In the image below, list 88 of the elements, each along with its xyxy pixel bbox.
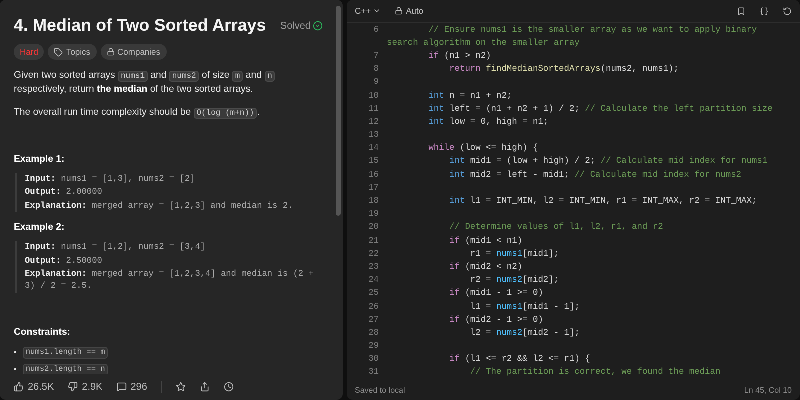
line-number: 16 [368, 170, 380, 180]
cursor-position: Ln 45, Col 10 [744, 386, 792, 394]
code-line: l2 = nums2[mid2 - 1]; [469, 328, 580, 338]
code-line: int low = 0, high = n1; [428, 116, 549, 127]
line-number: 15 [368, 156, 380, 166]
line-number: 26 [368, 302, 380, 312]
clock-icon[interactable] [224, 382, 234, 392]
solved-status: Solved [280, 20, 323, 32]
problem-title: 4. Median of Two Sorted Arrays [14, 16, 266, 36]
line-number: 21 [368, 236, 380, 246]
line-number: 7 [372, 50, 380, 61]
line-number: 24 [368, 275, 380, 286]
code-line: if (mid1 - 1 >= 0) [448, 288, 544, 298]
difficulty-tag: Hard [14, 44, 44, 60]
line-number: 9 [372, 77, 380, 88]
code-line: if (mid2 - 1 >= 0) [448, 314, 544, 325]
code-line: if (l1 <= r2 && l2 <= r1) { [448, 354, 590, 364]
example-title: Example 2: [14, 222, 66, 234]
code-line: int mid2 = left - mid1; // Calculate mid index for nums2 [448, 170, 742, 180]
code-line: while (low <= high) { [428, 143, 538, 154]
thumbs-down-icon [68, 382, 78, 392]
language-select[interactable]: C++ [355, 6, 382, 16]
dislike-button[interactable]: 2.9K [68, 382, 103, 392]
topics-button[interactable]: Topics [48, 44, 97, 60]
star-icon[interactable] [176, 382, 186, 392]
code-line: int mid1 = (low + high) / 2; // Calculate mid index for nums1 [448, 156, 768, 166]
example-line: Explanation: merged array = [1,2,3] and median is 2. [25, 200, 294, 212]
line-number: 25 [368, 288, 380, 298]
example-line: Output: 2.00000 [25, 186, 104, 199]
example-line: Input: nums1 = [1,2], nums2 = [3,4] [25, 241, 207, 254]
example-title: Example 1: [14, 154, 66, 165]
code-line: l1 = nums1[mid1 - 1]; [469, 302, 580, 312]
code-line: // Determine values of l1, l2, r1, and r2 [448, 222, 664, 232]
line-number: 28 [368, 328, 380, 338]
code-line: int left = (n1 + n2 + 1) / 2; // Calculate the left partition size [428, 104, 773, 114]
bullet-marker: • [14, 348, 17, 358]
line-number: 19 [368, 209, 380, 220]
braces-icon[interactable] [760, 6, 769, 16]
constraints-title: Constraints: [14, 326, 72, 338]
scrollbar[interactable] [336, 6, 341, 216]
line-number: 11 [368, 104, 380, 114]
line-number: 23 [368, 262, 380, 272]
line-number: 20 [368, 222, 380, 232]
bullet-marker: • [14, 365, 17, 374]
code-line: search algorithm on the smaller array [387, 38, 580, 48]
code-line: // The partition is correct, we found the median [469, 367, 721, 378]
code-line: int n = n1 + n2; [428, 90, 512, 101]
line-number: 29 [368, 341, 380, 352]
line-number: 13 [368, 130, 380, 140]
code-line: return findMedianSortedArrays(nums2, nums1); [448, 64, 679, 74]
comment-icon [116, 382, 127, 392]
save-status: Saved to local [355, 386, 406, 394]
chevron-down-icon [373, 7, 382, 15]
example-line: Input: nums1 = [1,3], nums2 = [2] [25, 172, 196, 186]
mode-label: Auto [406, 6, 424, 16]
reset-icon[interactable] [783, 6, 792, 16]
code-line: r2 = nums2[mid2]; [469, 275, 560, 286]
line-number: 12 [368, 116, 380, 127]
line-number: 10 [368, 90, 380, 101]
like-button[interactable]: 26.5K [14, 382, 54, 392]
line-number: 31 [368, 367, 380, 378]
lock-icon [106, 48, 115, 56]
tag-icon [54, 48, 64, 56]
code-line: if (mid1 < n1) [448, 236, 523, 246]
lock-icon [395, 7, 404, 15]
comments-button[interactable]: 296 [116, 382, 148, 392]
line-number: 8 [372, 64, 380, 74]
share-icon[interactable] [200, 382, 210, 392]
example-line: Explanation: merged array = [1,2,3,4] and median is (2 + 3) / 2 = 2.5. [25, 268, 315, 293]
line-number: 17 [368, 182, 380, 193]
code-line: // Ensure nums1 is the smaller array as we want to apply binary [428, 24, 758, 35]
description-paragraph: The overall run time complexity should be O(log (m+n)) . [14, 106, 261, 120]
check-icon [313, 21, 323, 31]
line-number: 22 [368, 248, 380, 259]
line-number: 14 [368, 143, 380, 154]
bookmark-icon[interactable] [737, 6, 746, 16]
line-number: 18 [368, 196, 380, 206]
thumbs-up-icon [14, 382, 24, 392]
code-line: if (mid2 < n2) [448, 262, 523, 272]
example-line: Output: 2.50000 [25, 254, 104, 267]
code-line: int l1 = INT_MIN, l2 = INT_MIN, r1 = INT_MAX, r2 = INT_MAX; [448, 196, 758, 206]
line-number: 30 [368, 354, 380, 364]
line-number: 27 [368, 314, 380, 325]
line-number: 6 [372, 24, 380, 35]
description-paragraph: Given two sorted arrays nums1 and nums2 of size m and n respectively, return the median of the two sorted arrays. [14, 69, 323, 97]
code-line: if (n1 > n2) [428, 50, 492, 61]
companies-button[interactable]: Companies [100, 44, 167, 60]
code-line: r1 = nums1[mid1]; [469, 248, 560, 259]
